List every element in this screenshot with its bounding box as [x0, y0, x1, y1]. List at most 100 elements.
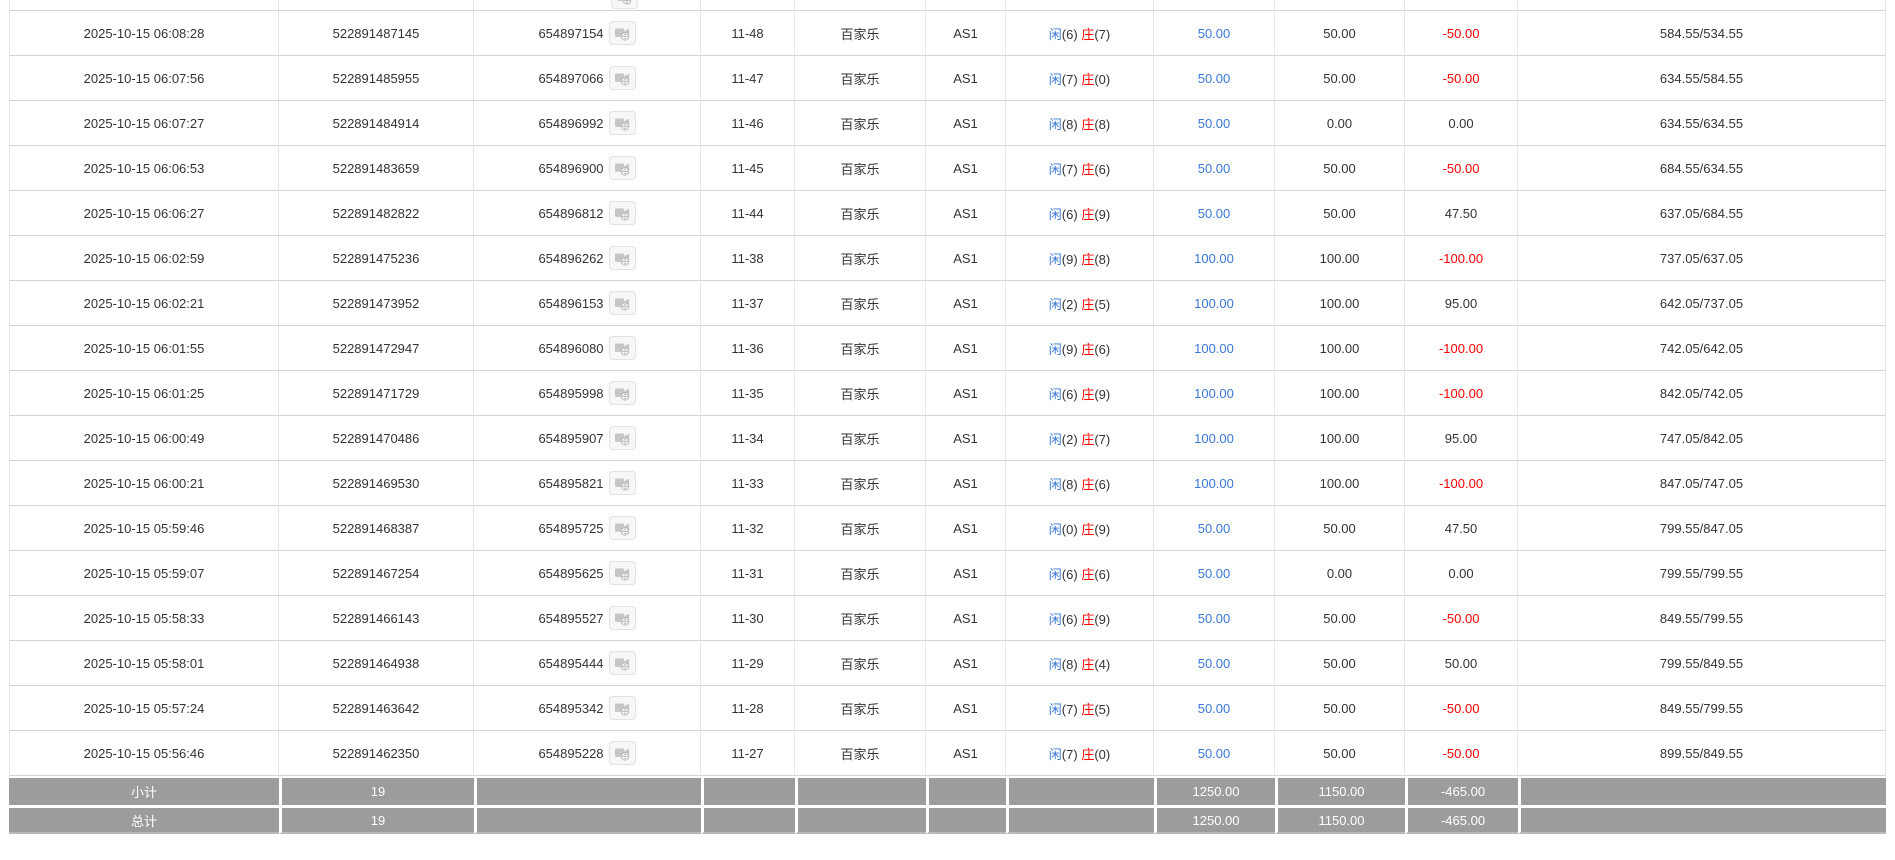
- game-result: 闲(7) 庄(0): [1006, 731, 1154, 776]
- bet-amount-cell: 100.00: [1154, 416, 1275, 461]
- bet-amount-link[interactable]: 50.00: [1198, 566, 1231, 581]
- banker-result-label: 庄: [1081, 27, 1094, 42]
- player-result-label: 闲: [1049, 27, 1062, 42]
- order-id: 522891475236: [279, 236, 474, 281]
- bet-amount-cell: 100.00: [1154, 236, 1275, 281]
- order-id: 522891467254: [279, 551, 474, 596]
- video-replay-button[interactable]: [609, 606, 636, 630]
- video-replay-button[interactable]: [609, 21, 636, 45]
- video-replay-button[interactable]: [609, 246, 636, 270]
- bet-amount-link[interactable]: 50.00: [1198, 521, 1231, 536]
- video-replay-button[interactable]: [609, 336, 636, 360]
- round-number: 11-28: [701, 686, 795, 731]
- banker-result-score: (6): [1094, 477, 1110, 492]
- balance: 642.05/737.05: [1518, 281, 1886, 326]
- table-name: AS1: [926, 686, 1006, 731]
- round-id-cell: 654895998: [474, 371, 701, 416]
- video-replay-icon: [614, 296, 631, 311]
- round-id-cell: 654896812: [474, 191, 701, 236]
- video-replay-button[interactable]: [609, 426, 636, 450]
- video-replay-icon: [614, 341, 631, 356]
- bet-amount-link[interactable]: 100.00: [1194, 431, 1234, 446]
- video-replay-button[interactable]: [609, 741, 636, 765]
- order-id: 522891462350: [279, 731, 474, 776]
- subtotal-winloss: -465.00: [1405, 776, 1518, 805]
- round-number: 11-44: [701, 191, 795, 236]
- bet-amount-link[interactable]: 50.00: [1198, 656, 1231, 671]
- video-replay-button[interactable]: [609, 201, 636, 225]
- banker-result-score: (8): [1094, 252, 1110, 267]
- video-replay-icon: [614, 611, 631, 626]
- video-replay-button[interactable]: [609, 381, 636, 405]
- balance: 799.55/847.05: [1518, 506, 1886, 551]
- table-name: AS1: [926, 371, 1006, 416]
- bet-time: 2025-10-15 05:56:46: [9, 731, 279, 776]
- table-row: 2025-10-15 06:01:55 522891472947 6548960…: [9, 326, 1886, 371]
- video-replay-button[interactable]: [611, 0, 638, 9]
- bet-amount-link[interactable]: 50.00: [1198, 71, 1231, 86]
- video-replay-icon: [614, 746, 631, 761]
- banker-result-score: (6): [1094, 567, 1110, 582]
- valid-amount: 50.00: [1275, 641, 1405, 686]
- table-name: AS1: [926, 281, 1006, 326]
- table-row: 2025-10-15 06:06:53 522891483659 6548969…: [9, 146, 1886, 191]
- bet-amount-link[interactable]: 50.00: [1198, 701, 1231, 716]
- subtotal-count: 19: [279, 776, 474, 805]
- table-name: AS1: [926, 191, 1006, 236]
- bet-amount-link[interactable]: 100.00: [1194, 251, 1234, 266]
- video-replay-icon: [614, 71, 631, 86]
- game-type: 百家乐: [795, 551, 926, 596]
- banker-result-label: 庄: [1081, 162, 1094, 177]
- round-id: 654895625: [538, 566, 603, 581]
- game-result: 闲(0) 庄(9): [1006, 506, 1154, 551]
- bet-amount-link[interactable]: 50.00: [1198, 611, 1231, 626]
- table-name: AS1: [926, 461, 1006, 506]
- table-cell: [926, 0, 1006, 11]
- bet-amount-link[interactable]: 50.00: [1198, 206, 1231, 221]
- video-replay-button[interactable]: [609, 696, 636, 720]
- video-replay-button[interactable]: [609, 516, 636, 540]
- bet-amount-link[interactable]: 50.00: [1198, 161, 1231, 176]
- round-id-cell: 654895907: [474, 416, 701, 461]
- subtotal-bet: 1250.00: [1154, 776, 1275, 805]
- video-replay-button[interactable]: [609, 291, 636, 315]
- bet-amount-link[interactable]: 100.00: [1194, 296, 1234, 311]
- bet-amount-link[interactable]: 50.00: [1198, 26, 1231, 41]
- player-result-score: (7): [1062, 702, 1078, 717]
- total-valid: 1150.00: [1275, 805, 1405, 834]
- banker-result-score: (6): [1094, 162, 1110, 177]
- balance: 799.55/799.55: [1518, 551, 1886, 596]
- bet-records-page: 2025-10-15 06:08:28 522891487145 6548971…: [0, 0, 1895, 834]
- video-replay-button[interactable]: [609, 111, 636, 135]
- bet-amount-link[interactable]: 50.00: [1198, 746, 1231, 761]
- bet-time: 2025-10-15 05:59:07: [9, 551, 279, 596]
- video-replay-button[interactable]: [609, 156, 636, 180]
- table-row: 2025-10-15 06:02:59 522891475236 6548962…: [9, 236, 1886, 281]
- player-result-score: (6): [1062, 207, 1078, 222]
- bet-amount-link[interactable]: 100.00: [1194, 476, 1234, 491]
- video-replay-button[interactable]: [609, 66, 636, 90]
- table-name: AS1: [926, 596, 1006, 641]
- valid-amount: 100.00: [1275, 281, 1405, 326]
- table-row: 2025-10-15 05:57:24 522891463642 6548953…: [9, 686, 1886, 731]
- bet-time: 2025-10-15 06:07:56: [9, 56, 279, 101]
- bet-time: 2025-10-15 06:06:53: [9, 146, 279, 191]
- video-replay-button[interactable]: [609, 651, 636, 675]
- banker-result-label: 庄: [1081, 387, 1094, 402]
- round-number: 11-45: [701, 146, 795, 191]
- bet-amount-link[interactable]: 100.00: [1194, 341, 1234, 356]
- table-name: AS1: [926, 551, 1006, 596]
- player-result-score: (8): [1062, 477, 1078, 492]
- video-replay-button[interactable]: [609, 471, 636, 495]
- win-loss: 95.00: [1405, 281, 1518, 326]
- player-result-label: 闲: [1049, 252, 1062, 267]
- table-name: AS1: [926, 101, 1006, 146]
- bet-amount-cell: 50.00: [1154, 686, 1275, 731]
- player-result-label: 闲: [1049, 432, 1062, 447]
- table-row: 2025-10-15 05:56:46 522891462350 6548952…: [9, 731, 1886, 776]
- bet-amount-link[interactable]: 50.00: [1198, 116, 1231, 131]
- video-replay-button[interactable]: [609, 561, 636, 585]
- round-id-cell: 654895444: [474, 641, 701, 686]
- bet-amount-link[interactable]: 100.00: [1194, 386, 1234, 401]
- balance: 634.55/634.55: [1518, 101, 1886, 146]
